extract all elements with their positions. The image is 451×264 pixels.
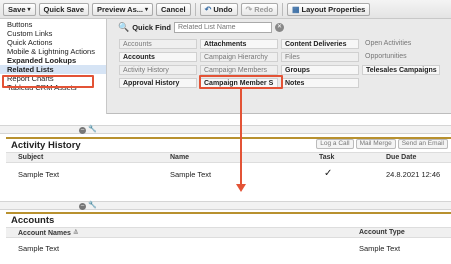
cell-account-name: Sample Text — [18, 244, 60, 253]
cell-account-type: Sample Text — [359, 244, 401, 253]
toolbar-divider — [281, 2, 283, 16]
quick-save-button[interactable]: Quick Save — [38, 2, 89, 16]
column-header[interactable]: Subject — [18, 154, 43, 161]
undo-button[interactable]: ↶ Undo — [199, 2, 238, 16]
column-header[interactable]: Name — [170, 154, 189, 161]
send-an-email-button[interactable]: Send an Email — [397, 139, 448, 149]
related-lists-highlight — [2, 75, 94, 88]
column-header[interactable]: Account Type — [359, 229, 405, 236]
accounts-header: Accounts — [6, 212, 451, 226]
accounts-title: Accounts — [11, 215, 55, 226]
cell-subject: Sample Text — [18, 170, 60, 179]
palette-items: 🔍 Quick Find ✕ Accounts Attachments Cont… — [108, 19, 451, 114]
toolbar-divider — [194, 2, 196, 16]
category-buttons[interactable]: Buttons — [0, 20, 106, 29]
chevron-down-icon: ▾ — [145, 6, 149, 13]
section-controls: – 🔧 — [79, 126, 97, 134]
quick-find-input[interactable] — [173, 22, 272, 33]
palette-item[interactable]: Campaign Members — [200, 65, 278, 75]
redo-label: Redo — [254, 4, 273, 14]
palette: Buttons Custom Links Quick Actions Mobil… — [0, 19, 451, 114]
category-quick-actions[interactable]: Quick Actions — [0, 38, 106, 47]
wrench-icon[interactable]: 🔧 — [88, 126, 97, 134]
column-header[interactable]: Due Date — [386, 154, 416, 161]
palette-item[interactable]: Files — [281, 52, 359, 62]
toolbar: Save ▾ Quick Save Preview As... ▾ Cancel… — [0, 0, 451, 19]
accounts-column-headers: Account Names ≙ Account Type — [6, 227, 451, 238]
column-header[interactable]: Account Names ≙ — [18, 229, 79, 237]
activity-history-column-headers: Subject Name Task Due Date — [6, 152, 451, 163]
palette-category-list: Buttons Custom Links Quick Actions Mobil… — [0, 19, 107, 114]
palette-item[interactable]: Accounts — [119, 39, 197, 49]
layout-properties-button[interactable]: ▦ Layout Properties — [286, 2, 371, 16]
chevron-down-icon: ▾ — [27, 6, 31, 13]
palette-item[interactable]: Notes — [281, 78, 359, 88]
remove-icon[interactable]: – — [79, 126, 86, 134]
palette-item[interactable]: Telesales Campaigns — [362, 65, 440, 75]
account-names-label: Account Names — [18, 230, 71, 237]
sort-ascending-icon: ≙ — [72, 230, 79, 237]
palette-item[interactable]: Attachments — [200, 39, 278, 49]
layout-canvas: – 🔧 Activity History Log a Call Mail Mer… — [0, 115, 451, 264]
category-related-lists[interactable]: Related Lists — [0, 65, 106, 74]
activity-history-row: Sample Text Sample Text ✓ 24.8.2021 12:4… — [6, 167, 451, 181]
remove-icon[interactable]: – — [79, 202, 86, 210]
mail-merge-button[interactable]: Mail Merge — [355, 139, 396, 149]
save-label: Save — [8, 4, 26, 14]
activity-history-section-bar: – 🔧 — [0, 125, 451, 134]
palette-item[interactable]: Opportunities — [362, 52, 440, 62]
palette-item[interactable]: Groups — [281, 65, 359, 75]
cell-due-date: 24.8.2021 12:46 — [386, 170, 441, 179]
quick-find: 🔍 Quick Find ✕ — [118, 22, 284, 33]
check-icon: ✓ — [324, 168, 333, 179]
wrench-icon[interactable]: 🔧 — [88, 202, 97, 210]
palette-item[interactable]: Content Deliveries — [281, 39, 359, 49]
palette-item[interactable]: Accounts — [119, 52, 197, 62]
layout-properties-label: Layout Properties — [301, 4, 366, 14]
undo-label: Undo — [213, 4, 233, 14]
category-custom-links[interactable]: Custom Links — [0, 29, 106, 38]
redo-icon: ↷ — [245, 4, 253, 14]
log-a-call-button[interactable]: Log a Call — [316, 139, 354, 149]
preview-as-label: Preview As... — [97, 4, 143, 14]
activity-history-buttons: Log a Call Mail Merge Send an Email — [316, 139, 448, 149]
clear-icon[interactable]: ✕ — [274, 23, 284, 32]
drag-arrow-head — [236, 184, 246, 192]
cell-name: Sample Text — [170, 170, 212, 179]
preview-as-button[interactable]: Preview As... ▾ — [92, 2, 154, 16]
save-button[interactable]: Save ▾ — [3, 2, 36, 16]
palette-item[interactable]: Activity History — [119, 65, 197, 75]
palette-item[interactable]: Approval History — [119, 78, 197, 88]
cancel-button[interactable]: Cancel — [156, 2, 191, 16]
section-controls: – 🔧 — [79, 202, 97, 210]
layout-properties-icon: ▦ — [291, 4, 300, 14]
palette-empty-slot — [362, 78, 440, 88]
accounts-section-bar: – 🔧 — [0, 201, 451, 210]
category-expanded-lookups[interactable]: Expanded Lookups — [0, 56, 106, 65]
drag-arrow-line — [240, 87, 242, 185]
palette-item[interactable]: Open Activities — [362, 39, 440, 49]
accounts-row: Sample Text Sample Text — [6, 241, 451, 255]
search-icon: 🔍 — [118, 22, 130, 32]
palette-item[interactable]: Campaign Hierarchy — [200, 52, 278, 62]
activity-history-title: Activity History — [11, 140, 81, 151]
activity-history-header: Activity History Log a Call Mail Merge S… — [6, 137, 451, 151]
redo-button[interactable]: ↷ Redo — [240, 2, 278, 16]
category-mobile-lightning-actions[interactable]: Mobile & Lightning Actions — [0, 47, 106, 56]
quick-find-label: Quick Find — [132, 23, 171, 32]
undo-icon: ↶ — [204, 4, 212, 14]
column-header[interactable]: Task — [319, 154, 334, 161]
